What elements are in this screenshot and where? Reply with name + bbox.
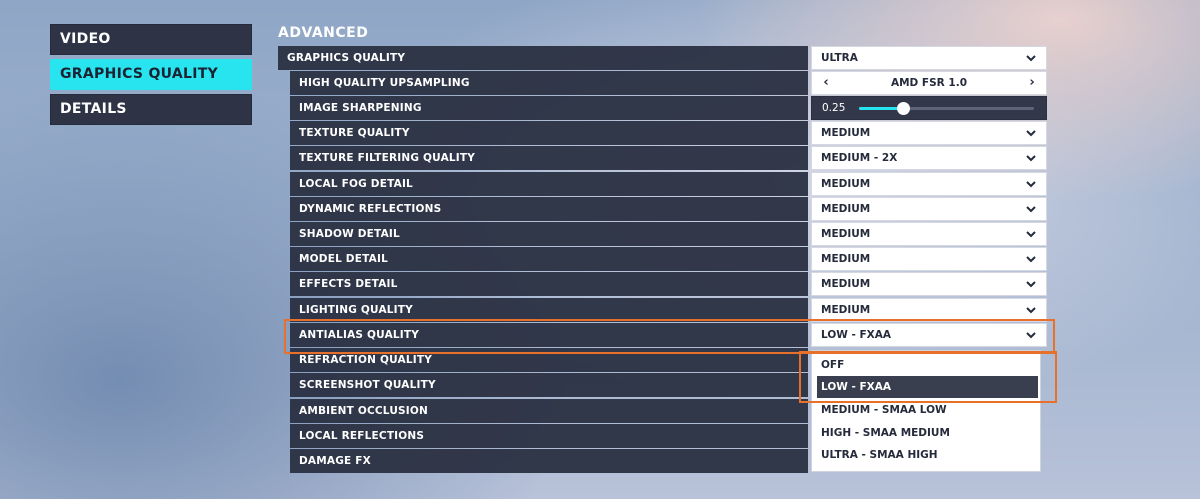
slider-track[interactable] bbox=[859, 102, 1034, 115]
chevron-down-icon bbox=[1025, 329, 1037, 341]
chevron-right-icon[interactable]: › bbox=[1022, 72, 1042, 94]
graphics-quality-value: ULTRA bbox=[821, 52, 858, 64]
setting-label-ambient-occlusion: AMBIENT OCCLUSION bbox=[290, 399, 808, 423]
setting-label-antialias-quality: ANTIALIAS QUALITY bbox=[290, 323, 808, 347]
dynamic-reflections-dropdown[interactable]: MEDIUM bbox=[811, 197, 1047, 221]
lighting-quality-value: MEDIUM bbox=[821, 304, 871, 316]
chevron-down-icon bbox=[1025, 278, 1037, 290]
shadow-detail-dropdown[interactable]: MEDIUM bbox=[811, 222, 1047, 246]
antialias-option-low-fxaa[interactable]: LOW - FXAA bbox=[817, 376, 1038, 398]
model-detail-value: MEDIUM bbox=[821, 253, 871, 265]
effects-detail-dropdown[interactable]: MEDIUM bbox=[811, 272, 1047, 296]
setting-label-sharpening: IMAGE SHARPENING bbox=[290, 96, 808, 120]
chevron-left-icon[interactable]: ‹ bbox=[816, 72, 836, 94]
category-graphics-quality[interactable]: GRAPHICS QUALITY bbox=[50, 59, 252, 90]
setting-label-texture-filtering: TEXTURE FILTERING QUALITY bbox=[290, 146, 808, 170]
local-fog-value: MEDIUM bbox=[821, 178, 871, 190]
antialias-option-high-smaa-medium[interactable]: HIGH - SMAA MEDIUM bbox=[817, 422, 1038, 444]
setting-label-texture-quality: TEXTURE QUALITY bbox=[290, 121, 808, 145]
graphics-quality-dropdown[interactable]: ULTRA bbox=[811, 46, 1047, 70]
texture-filtering-value: MEDIUM - 2X bbox=[821, 152, 898, 164]
chevron-down-icon bbox=[1025, 52, 1037, 64]
setting-label-damage-fx: DAMAGE FX bbox=[290, 449, 808, 473]
setting-label-refraction-quality: REFRACTION QUALITY bbox=[290, 348, 808, 372]
antialias-dropdown-list: OFF LOW - FXAA MEDIUM - SMAA LOW HIGH - … bbox=[811, 350, 1041, 472]
setting-label-dynamic-reflections: DYNAMIC REFLECTIONS bbox=[290, 197, 808, 221]
slider-thumb[interactable] bbox=[896, 102, 910, 115]
upsampling-stepper[interactable]: ‹ AMD FSR 1.0 › bbox=[811, 71, 1047, 95]
texture-quality-value: MEDIUM bbox=[821, 127, 871, 139]
chevron-down-icon bbox=[1025, 178, 1037, 190]
antialias-quality-dropdown[interactable]: LOW - FXAA bbox=[811, 323, 1047, 347]
sharpening-slider[interactable]: 0.25 bbox=[811, 96, 1047, 120]
chevron-down-icon bbox=[1025, 253, 1037, 265]
section-title: ADVANCED bbox=[278, 25, 369, 41]
setting-label-local-reflections: LOCAL REFLECTIONS bbox=[290, 424, 808, 448]
local-fog-dropdown[interactable]: MEDIUM bbox=[811, 172, 1047, 196]
antialias-option-medium-smaa-low[interactable]: MEDIUM - SMAA LOW bbox=[817, 399, 1038, 421]
setting-label-shadow-detail: SHADOW DETAIL bbox=[290, 222, 808, 246]
setting-label-model-detail: MODEL DETAIL bbox=[290, 247, 808, 271]
setting-label-screenshot-quality: SCREENSHOT QUALITY bbox=[290, 373, 808, 397]
upsampling-value: AMD FSR 1.0 bbox=[890, 77, 968, 89]
model-detail-dropdown[interactable]: MEDIUM bbox=[811, 247, 1047, 271]
setting-label-upsampling: HIGH QUALITY UPSAMPLING bbox=[290, 71, 808, 95]
category-details[interactable]: DETAILS bbox=[50, 94, 252, 125]
sharpening-value: 0.25 bbox=[822, 102, 846, 114]
chevron-down-icon bbox=[1025, 304, 1037, 316]
dynamic-reflections-value: MEDIUM bbox=[821, 203, 871, 215]
setting-label-lighting-quality: LIGHTING QUALITY bbox=[290, 298, 808, 322]
shadow-detail-value: MEDIUM bbox=[821, 228, 871, 240]
antialias-option-off[interactable]: OFF bbox=[817, 354, 1038, 376]
texture-filtering-dropdown[interactable]: MEDIUM - 2X bbox=[811, 146, 1047, 170]
setting-label-local-fog: LOCAL FOG DETAIL bbox=[290, 172, 808, 196]
chevron-down-icon bbox=[1025, 203, 1037, 215]
antialias-quality-value: LOW - FXAA bbox=[821, 329, 892, 341]
setting-label-graphics-quality: GRAPHICS QUALITY bbox=[278, 46, 808, 70]
chevron-down-icon bbox=[1025, 127, 1037, 139]
chevron-down-icon bbox=[1025, 152, 1037, 164]
antialias-option-ultra-smaa-high[interactable]: ULTRA - SMAA HIGH bbox=[817, 444, 1038, 466]
category-video[interactable]: VIDEO bbox=[50, 24, 252, 55]
setting-label-effects-detail: EFFECTS DETAIL bbox=[290, 272, 808, 296]
chevron-down-icon bbox=[1025, 228, 1037, 240]
texture-quality-dropdown[interactable]: MEDIUM bbox=[811, 121, 1047, 145]
lighting-quality-dropdown[interactable]: MEDIUM bbox=[811, 298, 1047, 322]
effects-detail-value: MEDIUM bbox=[821, 278, 871, 290]
